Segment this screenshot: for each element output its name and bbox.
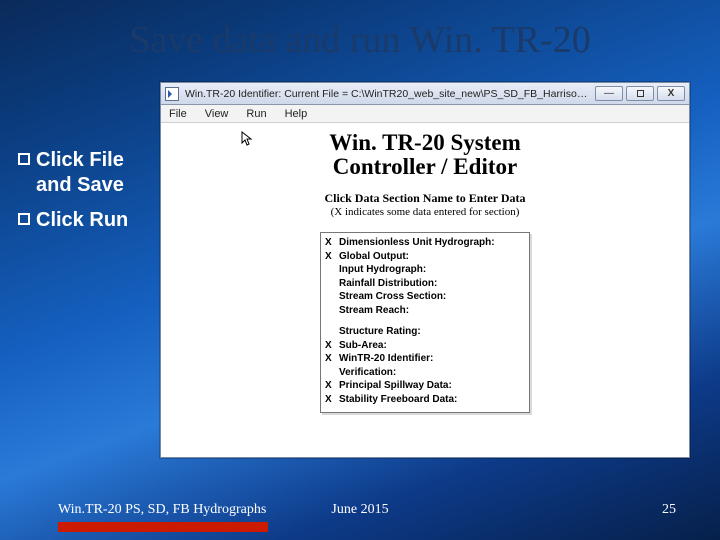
bullet-square-icon (18, 213, 30, 225)
footer-center: June 2015 (331, 502, 388, 518)
minimize-icon: — (604, 88, 614, 99)
list-item[interactable]: Input Hydrograph: (325, 263, 525, 277)
list-item[interactable]: XDimensionless Unit Hydrograph: (325, 236, 525, 250)
list-item[interactable]: Rainfall Distribution: (325, 277, 525, 291)
footer-left: Win.TR-20 PS, SD, FB Hydrographs (58, 502, 266, 518)
bullet-square-icon (18, 153, 30, 165)
close-icon: X (668, 88, 675, 99)
app-window: Win.TR-20 Identifier: Current File = C:\… (160, 82, 690, 458)
slide: Save data and run Win. TR-20 Click File … (0, 0, 720, 540)
bullet-item: Click Run (18, 208, 128, 233)
list-item[interactable]: Stream Cross Section: (325, 290, 525, 304)
slide-title: Save data and run Win. TR-20 (0, 18, 720, 62)
app-heading: Win. TR-20 System Controller / Editor (171, 131, 679, 179)
app-subheading: Click Data Section Name to Enter Data (171, 191, 679, 206)
menu-file[interactable]: File (169, 108, 187, 120)
list-item[interactable]: Structure Rating: (325, 325, 525, 339)
list-item[interactable]: Stream Reach: (325, 304, 525, 318)
bullet-text: Click Run (36, 208, 128, 233)
minimize-button[interactable]: — (595, 86, 623, 101)
window-title: Win.TR-20 Identifier: Current File = C:\… (185, 88, 589, 100)
list-item[interactable]: Verification: (325, 366, 525, 380)
maximize-button[interactable] (626, 86, 654, 101)
list-item[interactable]: XGlobal Output: (325, 250, 525, 264)
list-item[interactable]: XSub-Area: (325, 339, 525, 353)
close-button[interactable]: X (657, 86, 685, 101)
app-subheading-note: (X indicates some data entered for secti… (171, 206, 679, 218)
maximize-icon (637, 90, 644, 97)
accent-strip (58, 522, 268, 532)
slide-number: 25 (662, 502, 676, 518)
data-section-panel: XDimensionless Unit Hydrograph: XGlobal … (320, 232, 530, 413)
list-item[interactable]: XStability Freeboard Data: (325, 393, 525, 407)
window-titlebar[interactable]: Win.TR-20 Identifier: Current File = C:\… (161, 83, 689, 105)
bullet-list: Click File and Save Click Run (18, 148, 128, 243)
menu-run[interactable]: Run (246, 108, 266, 120)
list-item[interactable]: XPrincipal Spillway Data: (325, 379, 525, 393)
bullet-text: Click File and Save (36, 148, 124, 198)
list-item[interactable]: XWinTR-20 Identifier: (325, 352, 525, 366)
bullet-item: Click File and Save (18, 148, 128, 198)
window-controls: — X (595, 86, 685, 101)
menu-bar: File View Run Help (161, 105, 689, 123)
app-body: Win. TR-20 System Controller / Editor Cl… (161, 123, 689, 457)
menu-help[interactable]: Help (285, 108, 308, 120)
app-icon (165, 87, 179, 101)
menu-view[interactable]: View (205, 108, 229, 120)
